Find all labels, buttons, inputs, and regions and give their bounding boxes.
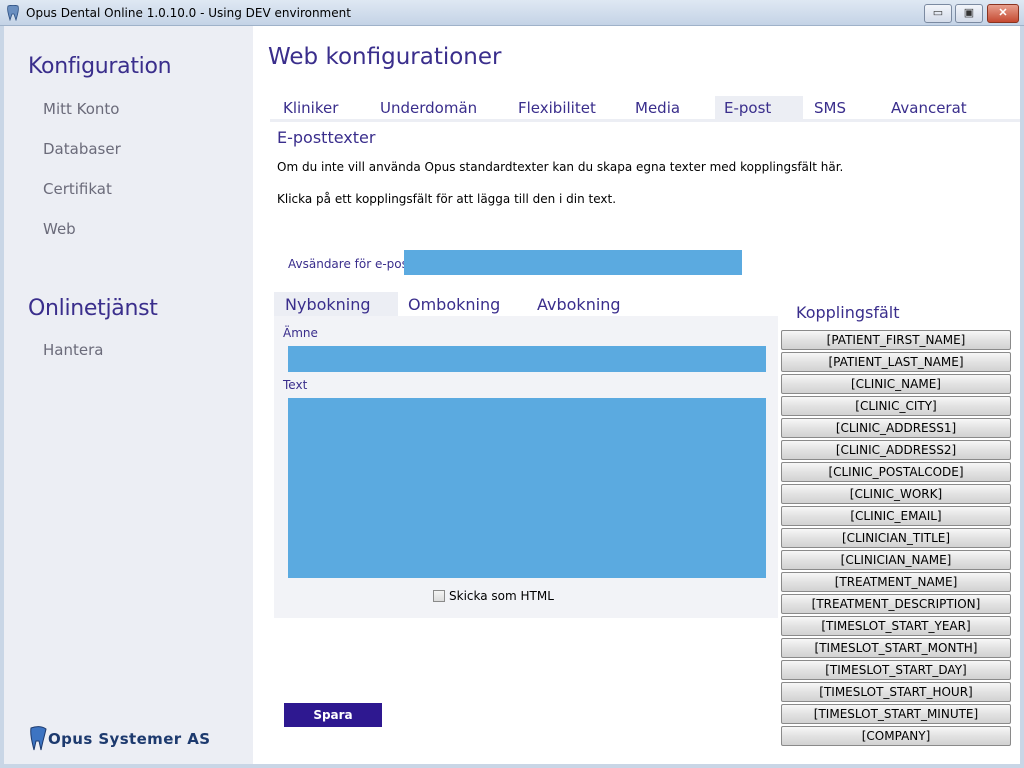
merge-field-clinic-postalcode[interactable]: [CLINIC_POSTALCODE] xyxy=(781,462,1011,482)
sidebar-item-certifikat[interactable]: Certifikat xyxy=(43,180,112,198)
subject-input[interactable] xyxy=(288,346,766,372)
merge-field-treatment-description[interactable]: [TREATMENT_DESCRIPTION] xyxy=(781,594,1011,614)
merge-fields-list: [PATIENT_FIRST_NAME] [PATIENT_LAST_NAME]… xyxy=(781,330,1011,748)
checkbox-box[interactable] xyxy=(433,590,445,602)
merge-field-company[interactable]: [COMPANY] xyxy=(781,726,1011,746)
merge-field-timeslot-start-month[interactable]: [TIMESLOT_START_MONTH] xyxy=(781,638,1011,658)
page-title: Web konfigurationer xyxy=(268,44,502,70)
subject-label: Ämne xyxy=(283,326,318,340)
sender-email-input[interactable] xyxy=(404,250,742,275)
message-textarea[interactable] xyxy=(288,398,766,578)
merge-field-timeslot-start-year[interactable]: [TIMESLOT_START_YEAR] xyxy=(781,616,1011,636)
tab-flexibilitet[interactable]: Flexibilitet xyxy=(510,96,620,120)
tabs-underline xyxy=(270,119,1020,122)
window-title: Opus Dental Online 1.0.10.0 - Using DEV … xyxy=(26,6,351,20)
sidebar-item-hantera[interactable]: Hantera xyxy=(43,341,103,359)
merge-field-clinic-city[interactable]: [CLINIC_CITY] xyxy=(781,396,1011,416)
tooth-app-icon xyxy=(7,5,19,21)
merge-field-timeslot-start-hour[interactable]: [TIMESLOT_START_HOUR] xyxy=(781,682,1011,702)
tooth-logo-icon xyxy=(30,726,47,751)
merge-fields-title: Kopplingsfält xyxy=(796,303,900,322)
merge-field-clinician-name[interactable]: [CLINICIAN_NAME] xyxy=(781,550,1011,570)
merge-field-timeslot-start-minute[interactable]: [TIMESLOT_START_MINUTE] xyxy=(781,704,1011,724)
tab-underdoman[interactable]: Underdomän xyxy=(372,96,492,120)
merge-field-clinic-email[interactable]: [CLINIC_EMAIL] xyxy=(781,506,1011,526)
merge-field-timeslot-start-day[interactable]: [TIMESLOT_START_DAY] xyxy=(781,660,1011,680)
instruction-text: Klicka på ett kopplingsfält för att lägg… xyxy=(277,192,617,206)
merge-field-clinic-work[interactable]: [CLINIC_WORK] xyxy=(781,484,1011,504)
tab-kliniker[interactable]: Kliniker xyxy=(275,96,355,120)
sidebar-heading-konfiguration: Konfiguration xyxy=(28,54,172,79)
close-button[interactable]: ✕ xyxy=(987,4,1019,23)
merge-field-treatment-name[interactable]: [TREATMENT_NAME] xyxy=(781,572,1011,592)
sidebar-item-databaser[interactable]: Databaser xyxy=(43,140,121,158)
merge-field-patient-last-name[interactable]: [PATIENT_LAST_NAME] xyxy=(781,352,1011,372)
merge-field-clinic-address1[interactable]: [CLINIC_ADDRESS1] xyxy=(781,418,1011,438)
subtab-nybokning[interactable]: Nybokning xyxy=(274,292,398,316)
merge-field-clinic-address2[interactable]: [CLINIC_ADDRESS2] xyxy=(781,440,1011,460)
subtab-avbokning[interactable]: Avbokning xyxy=(528,292,648,316)
text-label: Text xyxy=(283,378,308,392)
tab-sms[interactable]: SMS xyxy=(806,96,866,120)
tab-media[interactable]: Media xyxy=(627,96,707,120)
send-as-html-label: Skicka som HTML xyxy=(449,589,554,603)
merge-field-clinic-name[interactable]: [CLINIC_NAME] xyxy=(781,374,1011,394)
sidebar-item-mitt-konto[interactable]: Mitt Konto xyxy=(43,100,119,118)
tab-e-post[interactable]: E-post xyxy=(715,96,803,120)
maximize-button[interactable]: ▣ xyxy=(955,4,983,23)
sidebar-heading-onlinetjanst: Onlinetjänst xyxy=(28,296,158,321)
company-logo: Opus Systemer AS xyxy=(28,726,238,752)
window-body: Konfiguration Mitt Konto Databaser Certi… xyxy=(4,26,1020,764)
main-content: Web konfigurationer Kliniker Underdomän … xyxy=(253,26,1020,764)
sidebar: Konfiguration Mitt Konto Databaser Certi… xyxy=(4,26,253,764)
minimize-button[interactable]: ▭ xyxy=(924,4,952,23)
merge-field-patient-first-name[interactable]: [PATIENT_FIRST_NAME] xyxy=(781,330,1011,350)
window-titlebar[interactable]: Opus Dental Online 1.0.10.0 - Using DEV … xyxy=(0,0,1024,26)
section-title: E-posttexter xyxy=(277,128,376,147)
description-text: Om du inte vill använda Opus standardtex… xyxy=(277,160,844,174)
send-as-html-checkbox[interactable]: Skicka som HTML xyxy=(433,589,554,603)
sidebar-item-web[interactable]: Web xyxy=(43,220,76,238)
merge-field-clinician-title[interactable]: [CLINICIAN_TITLE] xyxy=(781,528,1011,548)
logo-text: Opus Systemer AS xyxy=(48,730,211,748)
tab-avancerat[interactable]: Avancerat xyxy=(883,96,983,120)
sender-label: Avsändare för e-post xyxy=(288,257,413,271)
save-button[interactable]: Spara xyxy=(284,703,382,727)
subtab-ombokning[interactable]: Ombokning xyxy=(399,292,519,316)
